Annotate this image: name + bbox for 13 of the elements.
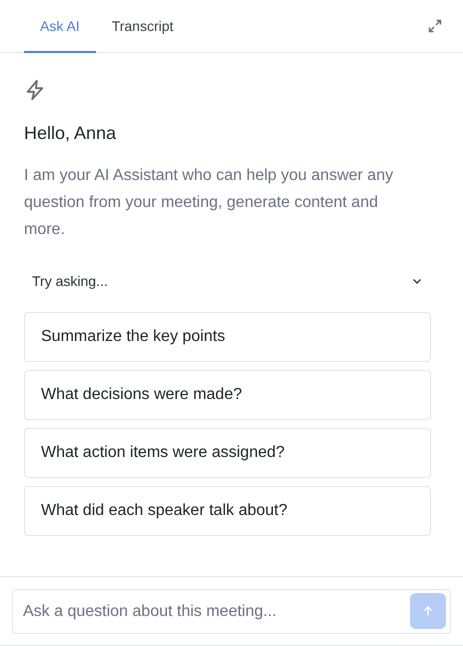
suggestion-button[interactable]: What decisions were made? [24, 370, 431, 420]
expand-icon[interactable] [427, 18, 443, 34]
question-field[interactable]: Ask a question about this meeting... [12, 589, 451, 634]
lightning-icon [24, 79, 46, 101]
try-asking-toggle[interactable]: Try asking... [24, 267, 431, 295]
suggestion-button[interactable]: What did each speaker talk about? [24, 486, 431, 536]
greeting: Hello, Anna [24, 122, 118, 145]
suggestion-button[interactable]: Summarize the key points [24, 312, 431, 362]
intro-text: I am your AI Assistant who can help you answer any question from your meeting, generate content and more. [24, 166, 394, 240]
suggestion-button[interactable]: What action items were assigned? [24, 428, 431, 478]
arrow-up-icon [422, 605, 434, 617]
tab[interactable]: Ask AI [24, 0, 96, 53]
tab[interactable]: Transcript [96, 0, 190, 53]
